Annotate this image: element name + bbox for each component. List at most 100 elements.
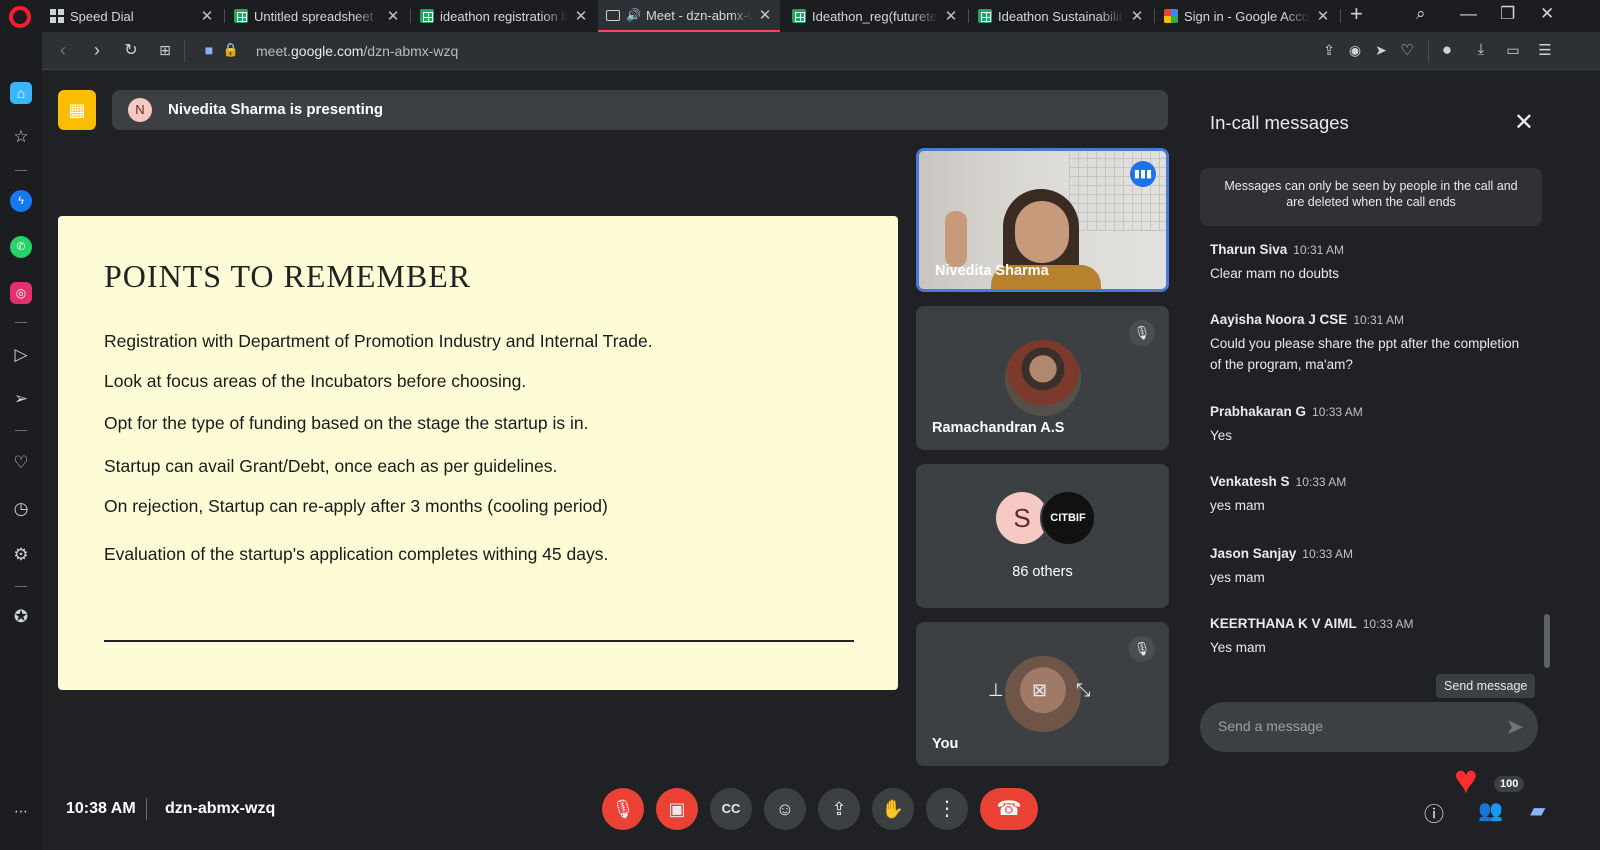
minimize-tile-icon[interactable]: ⤡ — [1076, 680, 1090, 701]
lock-icon[interactable]: 🔒 — [220, 42, 242, 58]
others-count: 86 others — [1012, 564, 1073, 580]
lightbulb-icon[interactable]: ✪ — [10, 606, 32, 628]
forward-icon[interactable]: › — [86, 40, 108, 61]
battery-saver-icon[interactable]: ▭ — [1502, 42, 1524, 59]
participant-tile-presenter[interactable]: ▮▮▮ Nivedita Sharma — [916, 148, 1169, 292]
participant-tile-others[interactable]: S CITBIF 86 others — [916, 464, 1169, 608]
home-icon[interactable]: ⌂ — [10, 82, 32, 104]
sheets-icon — [420, 9, 434, 23]
tab-untitled-spreadsheet[interactable]: Untitled spreadsheet - G ✕ — [226, 0, 408, 32]
raise-hand-button[interactable]: ✋ — [872, 788, 914, 830]
participant-tile-self[interactable]: 🎙 ⊥ ⊠ ⤡ You — [916, 622, 1169, 766]
presenting-label: Nivedita Sharma is presenting — [168, 101, 384, 118]
send-icon[interactable]: ➢ — [10, 388, 32, 410]
hide-tile-icon[interactable]: ⊠ — [1032, 680, 1047, 701]
in-call-messages-panel: In-call messages ✕ Messages can only be … — [1186, 90, 1552, 762]
present-now-button[interactable]: ⇪ — [818, 788, 860, 830]
close-tab-icon[interactable]: ✕ — [944, 7, 958, 25]
tab-ideathon-reg-futuretech[interactable]: Ideathon_reg(futuretech ✕ — [784, 0, 966, 32]
close-tab-icon[interactable]: ✕ — [574, 7, 588, 25]
sheets-icon — [792, 9, 806, 23]
address-bar-row: ‹ › ↻ ⊞ ■ 🔒 meet.google.com/dzn-abmx-wzq… — [42, 32, 1600, 70]
close-tab-icon[interactable]: ✕ — [200, 7, 214, 25]
hand-icon: ✋ — [881, 799, 905, 819]
tabs-overview-icon[interactable]: ⊞ — [154, 42, 176, 59]
speaker-icon[interactable]: 🔊 — [626, 8, 641, 22]
meeting-details-icon[interactable]: ⓘ — [1424, 798, 1444, 827]
close-tab-icon[interactable]: ✕ — [758, 6, 772, 24]
more-icon[interactable]: ⋯ — [10, 800, 32, 822]
snapshot-icon[interactable]: ◉ — [1344, 42, 1366, 59]
tab-speed-dial[interactable]: Speed Dial ✕ — [42, 0, 222, 32]
camera-in-use-icon[interactable]: ■ — [198, 42, 220, 58]
presentation-icon[interactable]: ▦ — [58, 90, 96, 130]
sheets-icon — [978, 9, 992, 23]
minimize-icon[interactable]: — — [1460, 4, 1477, 24]
people-icon[interactable]: 👥 — [1478, 798, 1503, 823]
leave-call-button[interactable]: ☎ — [980, 788, 1038, 830]
close-window-icon[interactable]: ✕ — [1540, 4, 1554, 24]
mic-toggle-button[interactable]: 🎙 — [602, 788, 644, 830]
close-tab-icon[interactable]: ✕ — [1130, 7, 1144, 25]
profile-icon[interactable]: ● — [1436, 40, 1458, 60]
participant-tile[interactable]: 🎙 Ramachandran A.S — [916, 306, 1169, 450]
more-vert-icon: ⋮ — [937, 798, 957, 820]
opera-logo-icon[interactable] — [9, 6, 31, 28]
speaking-indicator-icon: ▮▮▮ — [1130, 161, 1156, 187]
chat-message: Jason Sanjay 10:33 AM yes mam — [1210, 546, 1353, 585]
tab-switch-icon — [606, 9, 620, 21]
mic-off-icon: 🎙 — [611, 799, 635, 819]
heart-reaction-icon: ♥ — [1454, 758, 1478, 802]
messenger-icon[interactable]: ϟ — [10, 190, 32, 212]
history-icon[interactable]: ◷ — [10, 498, 32, 520]
settings-icon[interactable]: ⚙ — [10, 544, 32, 566]
captions-button[interactable]: CC — [710, 788, 752, 830]
easy-setup-icon[interactable]: ☰ — [1534, 41, 1556, 59]
tab-meet[interactable]: 🔊 Meet - dzn-abmx-wzq ✕ — [598, 0, 780, 32]
close-icon[interactable]: ✕ — [1514, 108, 1534, 137]
tab-title: ideathon registration list — [440, 8, 568, 24]
back-icon[interactable]: ‹ — [52, 40, 74, 61]
bookmark-heart-icon[interactable]: ♡ — [1396, 41, 1418, 59]
tab-ideathon-sustainability[interactable]: Ideathon Sustainability(r ✕ — [970, 0, 1152, 32]
whatsapp-icon[interactable]: ✆ — [10, 236, 32, 258]
reload-icon[interactable]: ↻ — [120, 40, 142, 60]
speed-dial-icon — [50, 9, 64, 23]
new-tab-icon[interactable]: + — [1350, 1, 1363, 27]
player-icon[interactable]: ▷ — [10, 344, 32, 366]
captions-icon: CC — [721, 801, 741, 816]
downloads-icon[interactable]: ⤓ — [1470, 41, 1492, 58]
chat-icon[interactable]: ▰ — [1530, 798, 1545, 823]
slide-point: Evaluation of the startup's application … — [104, 544, 609, 564]
opera-sidebar: ⌂ ☆ ϟ ✆ ◎ ▷ ➢ ♡ ◷ ⚙ ✪ ⋯ — [0, 32, 42, 850]
chat-scrollbar[interactable] — [1544, 614, 1550, 668]
camera-toggle-button[interactable]: ▣ — [656, 788, 698, 830]
bookmarks-heart-icon[interactable]: ♡ — [10, 452, 32, 474]
google-icon — [1164, 9, 1178, 23]
emoji-button[interactable]: ☺ — [764, 788, 806, 830]
url-field[interactable]: meet.google.com/dzn-abmx-wzq — [256, 43, 458, 59]
speed-dial-star-icon[interactable]: ☆ — [10, 126, 32, 148]
search-tabs-icon[interactable]: ⌕ — [1416, 4, 1426, 24]
pin-icon[interactable]: ⊥ — [988, 680, 1004, 701]
presentation-slide: POINTS TO REMEMBER Registration with Dep… — [58, 216, 898, 690]
chat-info-note: Messages can only be seen by people in t… — [1200, 168, 1542, 226]
emoji-icon: ☺ — [775, 799, 795, 819]
share-icon[interactable]: ⇪ — [1318, 42, 1340, 59]
people-count-badge: 100 — [1494, 776, 1525, 792]
close-tab-icon[interactable]: ✕ — [1316, 7, 1330, 25]
slide-point: On rejection, Startup can re-apply after… — [104, 496, 608, 516]
hang-up-icon: ☎ — [996, 798, 1022, 820]
more-options-button[interactable]: ⋮ — [926, 788, 968, 830]
present-screen-icon: ⇪ — [831, 799, 847, 819]
participant-name: Nivedita Sharma — [935, 263, 1049, 279]
close-tab-icon[interactable]: ✕ — [386, 7, 400, 25]
restore-icon[interactable]: ❐ — [1500, 4, 1515, 24]
tab-ideathon-registration[interactable]: ideathon registration list ✕ — [412, 0, 596, 32]
slide-point: Registration with Department of Promotio… — [104, 331, 653, 351]
send-message-input[interactable]: Send a message ➤ — [1200, 702, 1538, 752]
send-arrow-icon[interactable]: ➤ — [1506, 714, 1524, 740]
instagram-icon[interactable]: ◎ — [10, 282, 32, 304]
tab-google-sign-in[interactable]: Sign in - Google Accoun ✕ — [1156, 0, 1338, 32]
send-to-flow-icon[interactable]: ➤ — [1370, 42, 1392, 59]
